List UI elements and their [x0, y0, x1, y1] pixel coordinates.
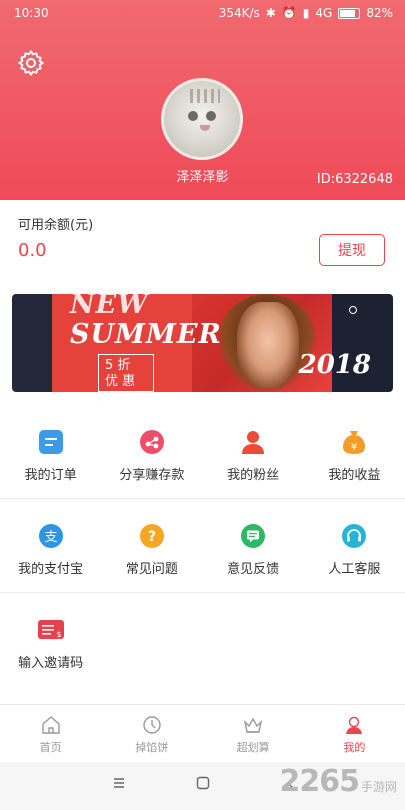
menu-customer-service[interactable]: 人工客服 [304, 522, 405, 577]
menu-feedback[interactable]: 意见反馈 [203, 522, 304, 577]
divider [0, 498, 405, 499]
income-icon: ¥ [340, 428, 368, 456]
svg-text:¥: ¥ [351, 442, 357, 453]
balance-value: 0.0 [18, 240, 47, 261]
banner-title-line2: SUMMER [70, 319, 222, 350]
status-battery: 82% [366, 6, 393, 20]
menu-row-1: 我的订单 分享赚存款 我的粉丝 ¥ 我的收益 [0, 428, 405, 483]
menu-label: 我的支付宝 [18, 562, 84, 577]
status-bar: 10:30 354K/s ✱ ⏰ ▮ 4G 82% [0, 0, 405, 26]
banner-title: NEW SUMMER [70, 294, 222, 350]
crown-icon [241, 713, 265, 737]
home-icon [39, 713, 63, 737]
avatar[interactable] [161, 78, 243, 160]
tab-label: 掉馅饼 [135, 741, 169, 754]
order-icon [37, 428, 65, 456]
signal-icon: ▮ [302, 6, 310, 20]
status-time: 10:30 [14, 6, 49, 20]
tab-label: 首页 [39, 741, 62, 754]
banner-title-line1: NEW [70, 294, 149, 320]
tab-mine[interactable]: 我的 [304, 705, 405, 761]
menu-share-earn[interactable]: 分享赚存款 [101, 428, 202, 483]
menu-my-income[interactable]: ¥ 我的收益 [304, 428, 405, 483]
fans-icon [239, 428, 267, 456]
settings-gear-icon[interactable] [16, 48, 46, 78]
menu-my-alipay[interactable]: 支 我的支付宝 [0, 522, 101, 577]
banner-sale-box: 5 折 优 惠 [98, 354, 154, 392]
banner-indicator-dot [349, 306, 357, 314]
menu-label: 我的订单 [24, 468, 77, 483]
menu-label: 意见反馈 [227, 562, 280, 577]
banner-year: 2018 [298, 350, 371, 380]
menu-row-2: 支 我的支付宝 ? 常见问题 意见反馈 人工客服 [0, 522, 405, 577]
withdraw-button[interactable]: 提现 [319, 234, 385, 266]
question-icon: ? [138, 522, 166, 550]
tab-home[interactable]: 首页 [0, 705, 101, 761]
menu-label: 我的收益 [328, 468, 381, 483]
watermark: 2265 手游网 [279, 764, 397, 799]
tab-label: 我的 [343, 741, 366, 754]
watermark-suffix: 手游网 [360, 780, 397, 794]
status-speed: 354K/s [218, 6, 260, 20]
home-square-icon[interactable] [196, 776, 210, 790]
banner-sale-line1: 5 折 [105, 358, 131, 373]
menu-icon[interactable] [112, 776, 126, 790]
invite-code-icon: $ [37, 616, 65, 644]
user-id: ID:6322648 [316, 172, 393, 187]
status-right: 354K/s ✱ ⏰ ▮ 4G 82% [219, 6, 393, 20]
menu-label: 我的粉丝 [227, 468, 280, 483]
menu-my-orders[interactable]: 我的订单 [0, 428, 101, 483]
pie-icon [140, 713, 164, 737]
battery-icon [338, 7, 361, 19]
banner-model-photo [237, 302, 299, 388]
menu-invite-code[interactable]: $ 输入邀请码 [0, 616, 101, 671]
menu-label: 分享赚存款 [119, 468, 185, 483]
tab-bargain[interactable]: 超划算 [203, 705, 304, 761]
bluetooth-icon: ✱ [265, 6, 276, 20]
alipay-icon: 支 [37, 522, 65, 550]
svg-text:支: 支 [44, 530, 57, 545]
balance-label: 可用余额(元) [18, 218, 94, 233]
profile-icon [342, 713, 366, 737]
share-icon [138, 428, 166, 456]
menu-faq[interactable]: ? 常见问题 [101, 522, 202, 577]
banner-sale-line2: 优 惠 [105, 374, 136, 389]
profile-header: 10:30 354K/s ✱ ⏰ ▮ 4G 82% 泽泽泽影 ID:632264… [0, 0, 405, 200]
feedback-icon [239, 522, 267, 550]
tab-pie[interactable]: 掉馅饼 [101, 705, 202, 761]
menu-row-3: $ 输入邀请码 [0, 616, 405, 671]
divider [0, 592, 405, 593]
menu-my-fans[interactable]: 我的粉丝 [203, 428, 304, 483]
headset-icon [340, 522, 368, 550]
status-network: 4G [315, 6, 333, 20]
alarm-icon: ⏰ [281, 6, 297, 20]
svg-text:?: ? [148, 529, 156, 545]
menu-label: 输入邀请码 [18, 656, 84, 671]
tab-label: 超划算 [236, 741, 270, 754]
bottom-tab-bar: 首页 掉馅饼 超划算 我的 [0, 704, 405, 761]
watermark-brand: 2265 [279, 764, 359, 799]
menu-label: 人工客服 [328, 562, 381, 577]
menu-label: 常见问题 [125, 562, 178, 577]
promo-banner[interactable]: NEW SUMMER 5 折 优 惠 2018 [12, 294, 393, 392]
svg-text:$: $ [56, 630, 61, 639]
